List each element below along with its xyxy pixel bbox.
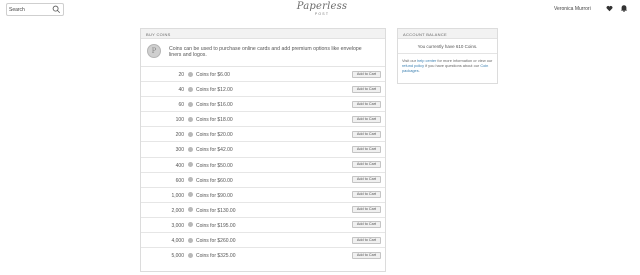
coin-amount: 400	[175, 162, 184, 169]
coin-package-row: 200 Coins for $20.00 Add to Cart	[141, 127, 385, 143]
coin-package-row: 60 Coins for $16.00 Add to Cart	[141, 97, 385, 113]
coin-package-row: 300 Coins for $42.00 Add to Cart	[141, 142, 385, 158]
coin-package-row: 3,000 Coins for $195.00 Add to Cart	[141, 218, 385, 234]
coin-package-row: 40 Coins for $12.00 Add to Cart	[141, 82, 385, 98]
add-to-cart-button[interactable]: Add to Cart	[352, 145, 381, 153]
coin-package-row: 20 Coins for $6.00 Add to Cart	[141, 67, 385, 83]
coin-icon	[188, 86, 193, 92]
coins-intro: P Coins can be used to purchase online c…	[141, 39, 385, 67]
account-name-link[interactable]: Veronica Murrori	[554, 6, 591, 12]
coins-intro-text: Coins can be used to purchase online car…	[169, 46, 362, 58]
coin-icon	[188, 162, 193, 168]
help-text-part: if you have questions about our	[424, 63, 481, 68]
coin-package-row: 4,000 Coins for $260.00 Add to Cart	[141, 233, 385, 249]
coin-price: Coins for $260.00	[196, 238, 236, 245]
add-to-cart-button[interactable]: Add to Cart	[352, 70, 381, 78]
coin-icon	[188, 237, 193, 243]
coin-amount: 600	[175, 177, 184, 184]
coin-amount: 1,000	[171, 192, 184, 199]
search-icon[interactable]	[52, 5, 61, 14]
add-to-cart-button[interactable]: Add to Cart	[352, 130, 381, 138]
coin-price: Coins for $325.00	[196, 253, 236, 260]
coin-package-row: 600 Coins for $60.00 Add to Cart	[141, 173, 385, 188]
coin-package-row: 100 Coins for $18.00 Add to Cart	[141, 112, 385, 128]
add-to-cart-button[interactable]: Add to Cart	[352, 221, 381, 229]
add-to-cart-button[interactable]: Add to Cart	[352, 206, 381, 214]
coin-price: Coins for $130.00	[196, 207, 236, 214]
help-text-part: .	[418, 68, 420, 73]
coin-amount: 4,000	[171, 238, 184, 245]
coin-package-row: 1,000 Coins for $90.00 Add to Cart	[141, 188, 385, 203]
buy-coins-heading: BUY COINS	[141, 29, 385, 39]
coin-icon	[188, 131, 193, 137]
add-to-cart-button[interactable]: Add to Cart	[352, 161, 381, 169]
bell-icon[interactable]	[620, 4, 628, 12]
coin-icon	[188, 207, 193, 213]
coin-icon	[188, 71, 193, 77]
add-to-cart-button[interactable]: Add to Cart	[352, 236, 381, 244]
coin-price: Coins for $16.00	[196, 102, 233, 109]
coin-icon: P	[147, 44, 161, 58]
coin-icon	[188, 252, 193, 258]
coin-amount: 60	[178, 102, 184, 109]
coin-package-list: 20 Coins for $6.00 Add to Cart 40 Coins for …	[141, 67, 385, 263]
coin-icon	[188, 177, 193, 183]
coin-price: Coins for $6.00	[196, 72, 230, 78]
coin-amount: 5,000	[171, 253, 184, 260]
search-box	[6, 3, 64, 16]
top-bar: Paperless POST Veronica Murrori	[0, 0, 640, 20]
add-to-cart-button[interactable]: Add to Cart	[352, 85, 381, 93]
coin-icon	[188, 116, 193, 122]
coin-amount: 20	[178, 72, 184, 78]
coin-amount: 3,000	[171, 222, 184, 229]
add-to-cart-button[interactable]: Add to Cart	[352, 191, 381, 199]
coin-price: Coins for $195.00	[196, 222, 236, 229]
logo-script: Paperless	[296, 1, 348, 12]
account-balance-heading: ACCOUNT BALANCE	[398, 29, 497, 39]
coin-amount: 200	[175, 132, 184, 139]
coin-icon	[188, 222, 193, 228]
balance-text: You currently have 610 Coins.	[398, 39, 497, 54]
coin-icon	[188, 146, 193, 152]
add-to-cart-button[interactable]: Add to Cart	[352, 115, 381, 123]
buy-coins-panel: BUY COINS P Coins can be used to purchas…	[140, 28, 386, 272]
search-input[interactable]	[9, 5, 49, 15]
add-to-cart-button[interactable]: Add to Cart	[352, 176, 381, 184]
logo-subtitle: POST	[314, 12, 330, 16]
coin-icon	[188, 192, 193, 198]
coin-amount: 40	[178, 87, 184, 94]
coin-amount: 100	[175, 117, 184, 124]
add-to-cart-button[interactable]: Add to Cart	[352, 251, 381, 259]
coin-price: Coins for $20.00	[196, 132, 233, 139]
paperless-post-logo[interactable]: Paperless POST	[290, 2, 354, 18]
coin-price: Coins for $50.00	[196, 162, 233, 169]
coin-price: Coins for $60.00	[196, 177, 233, 184]
coin-price: Coins for $18.00	[196, 117, 233, 124]
coin-price: Coins for $12.00	[196, 87, 233, 94]
coin-package-row: 5,000 Coins for $325.00 Add to Cart	[141, 248, 385, 263]
help-text: Visit our help center for more informati…	[398, 54, 497, 73]
coin-icon	[188, 101, 193, 107]
coin-amount: 2,000	[171, 207, 184, 214]
coin-amount: 300	[175, 147, 184, 154]
add-to-cart-button[interactable]: Add to Cart	[352, 100, 381, 108]
coin-package-row: 400 Coins for $50.00 Add to Cart	[141, 158, 385, 173]
coin-package-row: 2,000 Coins for $130.00 Add to Cart	[141, 203, 385, 218]
coin-price: Coins for $42.00	[196, 147, 233, 154]
account-balance-panel: ACCOUNT BALANCE You currently have 610 C…	[397, 28, 498, 84]
coin-price: Coins for $90.00	[196, 192, 233, 199]
heart-icon[interactable]	[606, 5, 613, 12]
